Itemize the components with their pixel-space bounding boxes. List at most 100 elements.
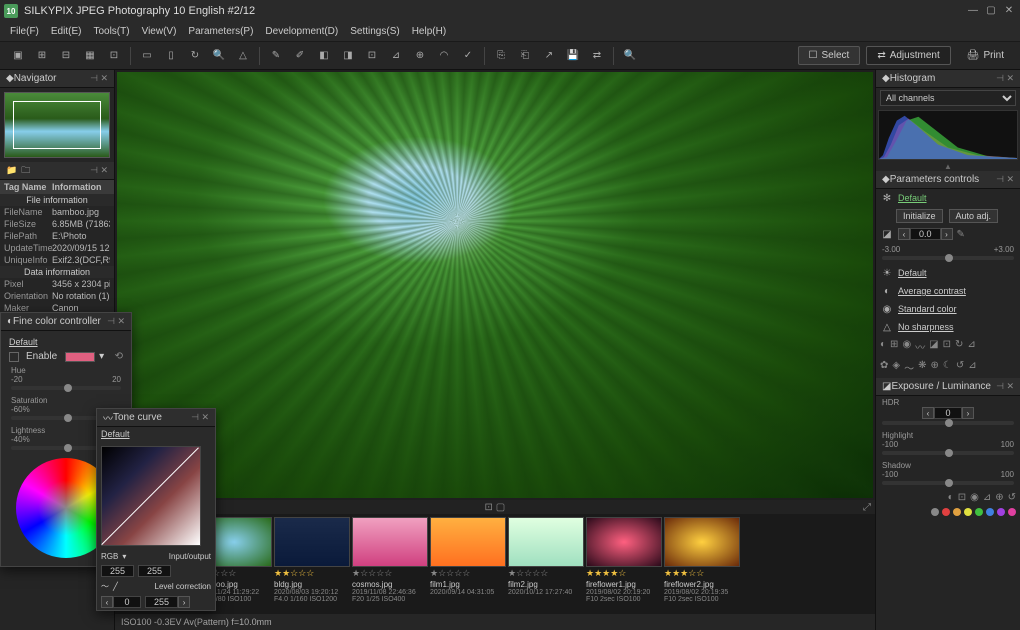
thumbnail-item[interactable]: ★☆☆☆☆ film2.jpg 2020/10/12 17:27:40 bbox=[508, 517, 584, 611]
menu-help[interactable]: Help(H) bbox=[406, 26, 452, 37]
layout1-icon[interactable]: ⊞ bbox=[32, 46, 52, 66]
menu-view[interactable]: View(V) bbox=[136, 26, 183, 37]
link-icon[interactable]: ⇄ bbox=[587, 46, 607, 66]
layout2-icon[interactable]: ⊟ bbox=[56, 46, 76, 66]
picker-icon[interactable]: ✎ bbox=[957, 229, 965, 240]
toolB-icon[interactable]: 〜 bbox=[904, 360, 914, 375]
autoadj-button[interactable]: Auto adj. bbox=[949, 209, 999, 223]
tone-curve-panel[interactable]: 〰 Tone curve⊣ ✕ Default RGB▾ Input/outpu… bbox=[96, 408, 216, 611]
path-icon[interactable]: ◠ bbox=[434, 46, 454, 66]
menu-parameters[interactable]: Parameters(P) bbox=[182, 26, 259, 37]
color-link[interactable]: Standard color bbox=[898, 304, 957, 314]
hdr-input[interactable]: ‹0› bbox=[882, 407, 1014, 419]
tool1-icon[interactable]: ◐ bbox=[880, 339, 886, 354]
curve-icon[interactable]: 〜 bbox=[101, 581, 109, 592]
toolF-icon[interactable]: ↺ bbox=[956, 360, 964, 375]
tool6-icon[interactable]: ⊡ bbox=[943, 339, 951, 354]
layout3-icon[interactable]: ▦ bbox=[80, 46, 100, 66]
check-icon[interactable]: ✓ bbox=[458, 46, 478, 66]
toolG-icon[interactable]: ⊿ bbox=[968, 360, 976, 375]
menu-file[interactable]: File(F) bbox=[4, 26, 45, 37]
tc-default-link[interactable]: Default bbox=[101, 429, 130, 439]
zoom-icon[interactable]: 🔍 bbox=[209, 46, 229, 66]
adjustment-button[interactable]: ⇄Adjustment bbox=[866, 46, 950, 65]
navigator-thumbnail[interactable] bbox=[4, 92, 110, 158]
nav-icon[interactable]: ▣ bbox=[8, 46, 28, 66]
thumbnail-item[interactable]: ★☆☆☆☆ film1.jpg 2020/09/14 04:31:05 bbox=[430, 517, 506, 611]
tone-curve-graph[interactable] bbox=[101, 446, 201, 546]
wb-default-link[interactable]: Default bbox=[898, 268, 927, 278]
toolA-icon[interactable]: ◈ bbox=[892, 360, 900, 375]
minimize-icon[interactable]: — bbox=[966, 4, 980, 18]
image-preview[interactable] bbox=[117, 72, 873, 498]
warn-icon[interactable]: △ bbox=[233, 46, 253, 66]
default-link[interactable]: Default bbox=[898, 193, 927, 203]
expand-icon[interactable]: ⤢ bbox=[863, 502, 871, 513]
fc-default-link[interactable]: Default bbox=[9, 337, 38, 347]
toolC-icon[interactable]: ❋ bbox=[918, 360, 926, 375]
rotate-icon[interactable]: ↻ bbox=[185, 46, 205, 66]
tool5-icon[interactable]: ◪ bbox=[929, 339, 938, 354]
thumbnail-item[interactable]: ★★☆☆☆ bldg.jpg 2020/08/03 19:20:12 F4.0 … bbox=[274, 517, 350, 611]
tool4-icon[interactable]: 〰 bbox=[915, 339, 925, 354]
shadow-slider[interactable] bbox=[882, 481, 1014, 485]
fit-icon[interactable]: ⊡ ▢ bbox=[485, 502, 506, 513]
toolE-icon[interactable]: ☾ bbox=[943, 360, 952, 375]
h1-icon[interactable]: ◐ bbox=[948, 492, 954, 503]
hdr-slider[interactable] bbox=[882, 421, 1014, 425]
tool7-icon[interactable]: ↻ bbox=[955, 339, 963, 354]
menu-tools[interactable]: Tools(T) bbox=[87, 26, 135, 37]
initialize-button[interactable]: Initialize bbox=[896, 209, 943, 223]
tool3-icon[interactable]: ◉ bbox=[902, 339, 911, 354]
reset-icon[interactable]: ⟲ bbox=[115, 351, 123, 362]
straighten-icon[interactable]: ⊿ bbox=[386, 46, 406, 66]
highlight-slider[interactable] bbox=[882, 451, 1014, 455]
picker-icon[interactable]: ✐ bbox=[290, 46, 310, 66]
tool9-icon[interactable]: ✿ bbox=[880, 360, 888, 375]
channel-select[interactable]: All channels bbox=[880, 90, 1016, 106]
thumbnail-item[interactable]: ★☆☆☆☆ cosmos.jpg 2019/11/08 22:46:36 F20… bbox=[352, 517, 428, 611]
color-swatch[interactable] bbox=[65, 352, 95, 362]
crop-icon[interactable]: ⊡ bbox=[362, 46, 382, 66]
menu-settings[interactable]: Settings(S) bbox=[344, 26, 405, 37]
h2-icon[interactable]: ⊡ bbox=[958, 492, 966, 503]
brush-icon[interactable]: ✎ bbox=[266, 46, 286, 66]
clone-icon[interactable]: ⊕ bbox=[410, 46, 430, 66]
adjust-icon[interactable]: ◧ bbox=[314, 46, 334, 66]
tool2-icon[interactable]: ⊞ bbox=[890, 339, 898, 354]
folder-icon[interactable]: 📁 bbox=[6, 165, 17, 176]
h5-icon[interactable]: ⊕ bbox=[995, 492, 1003, 503]
contrast-link[interactable]: Average contrast bbox=[898, 286, 966, 296]
thumbnail-item[interactable]: ★★★★☆ fireflower1.jpg 2019/08/02 20:19:2… bbox=[586, 517, 662, 611]
folder2-icon[interactable]: 🗀 bbox=[21, 163, 30, 179]
print-button[interactable]: 🖨Print bbox=[957, 47, 1014, 64]
sharpness-link[interactable]: No sharpness bbox=[898, 322, 954, 332]
ev-input[interactable]: ‹0.0› bbox=[898, 228, 953, 240]
tool8-icon[interactable]: ⊿ bbox=[967, 339, 975, 354]
close-icon[interactable]: ✕ bbox=[1002, 4, 1016, 18]
view2-icon[interactable]: ▯ bbox=[161, 46, 181, 66]
thumbnail-item[interactable]: ★★★☆☆ fireflower2.jpg 2019/08/02 20:19:3… bbox=[664, 517, 740, 611]
h6-icon[interactable]: ↺ bbox=[1008, 492, 1016, 503]
paste-icon[interactable]: ⎗ bbox=[515, 46, 535, 66]
save-icon[interactable]: 💾 bbox=[563, 46, 583, 66]
h4-icon[interactable]: ⊿ bbox=[983, 492, 991, 503]
hue-slider[interactable] bbox=[11, 386, 121, 390]
layout4-icon[interactable]: ⊡ bbox=[104, 46, 124, 66]
line-icon[interactable]: ╱ bbox=[113, 582, 118, 591]
eraser-icon[interactable]: ◨ bbox=[338, 46, 358, 66]
enable-checkbox[interactable] bbox=[9, 352, 19, 362]
menu-development[interactable]: Development(D) bbox=[259, 26, 344, 37]
ev-slider[interactable] bbox=[882, 256, 1014, 260]
pin-icon[interactable]: ⊣ ✕ bbox=[90, 73, 108, 84]
export-icon[interactable]: ↗ bbox=[539, 46, 559, 66]
toolD-icon[interactable]: ⊕ bbox=[930, 360, 938, 375]
select-button[interactable]: ☐Select bbox=[798, 46, 861, 65]
color-tags[interactable] bbox=[876, 506, 1020, 518]
h3-icon[interactable]: ◉ bbox=[970, 492, 979, 503]
copy-icon[interactable]: ⎘ bbox=[491, 46, 511, 66]
maximize-icon[interactable]: ▢ bbox=[984, 4, 998, 18]
menu-edit[interactable]: Edit(E) bbox=[45, 26, 88, 37]
view1-icon[interactable]: ▭ bbox=[137, 46, 157, 66]
search-icon[interactable]: 🔍 bbox=[620, 46, 640, 66]
